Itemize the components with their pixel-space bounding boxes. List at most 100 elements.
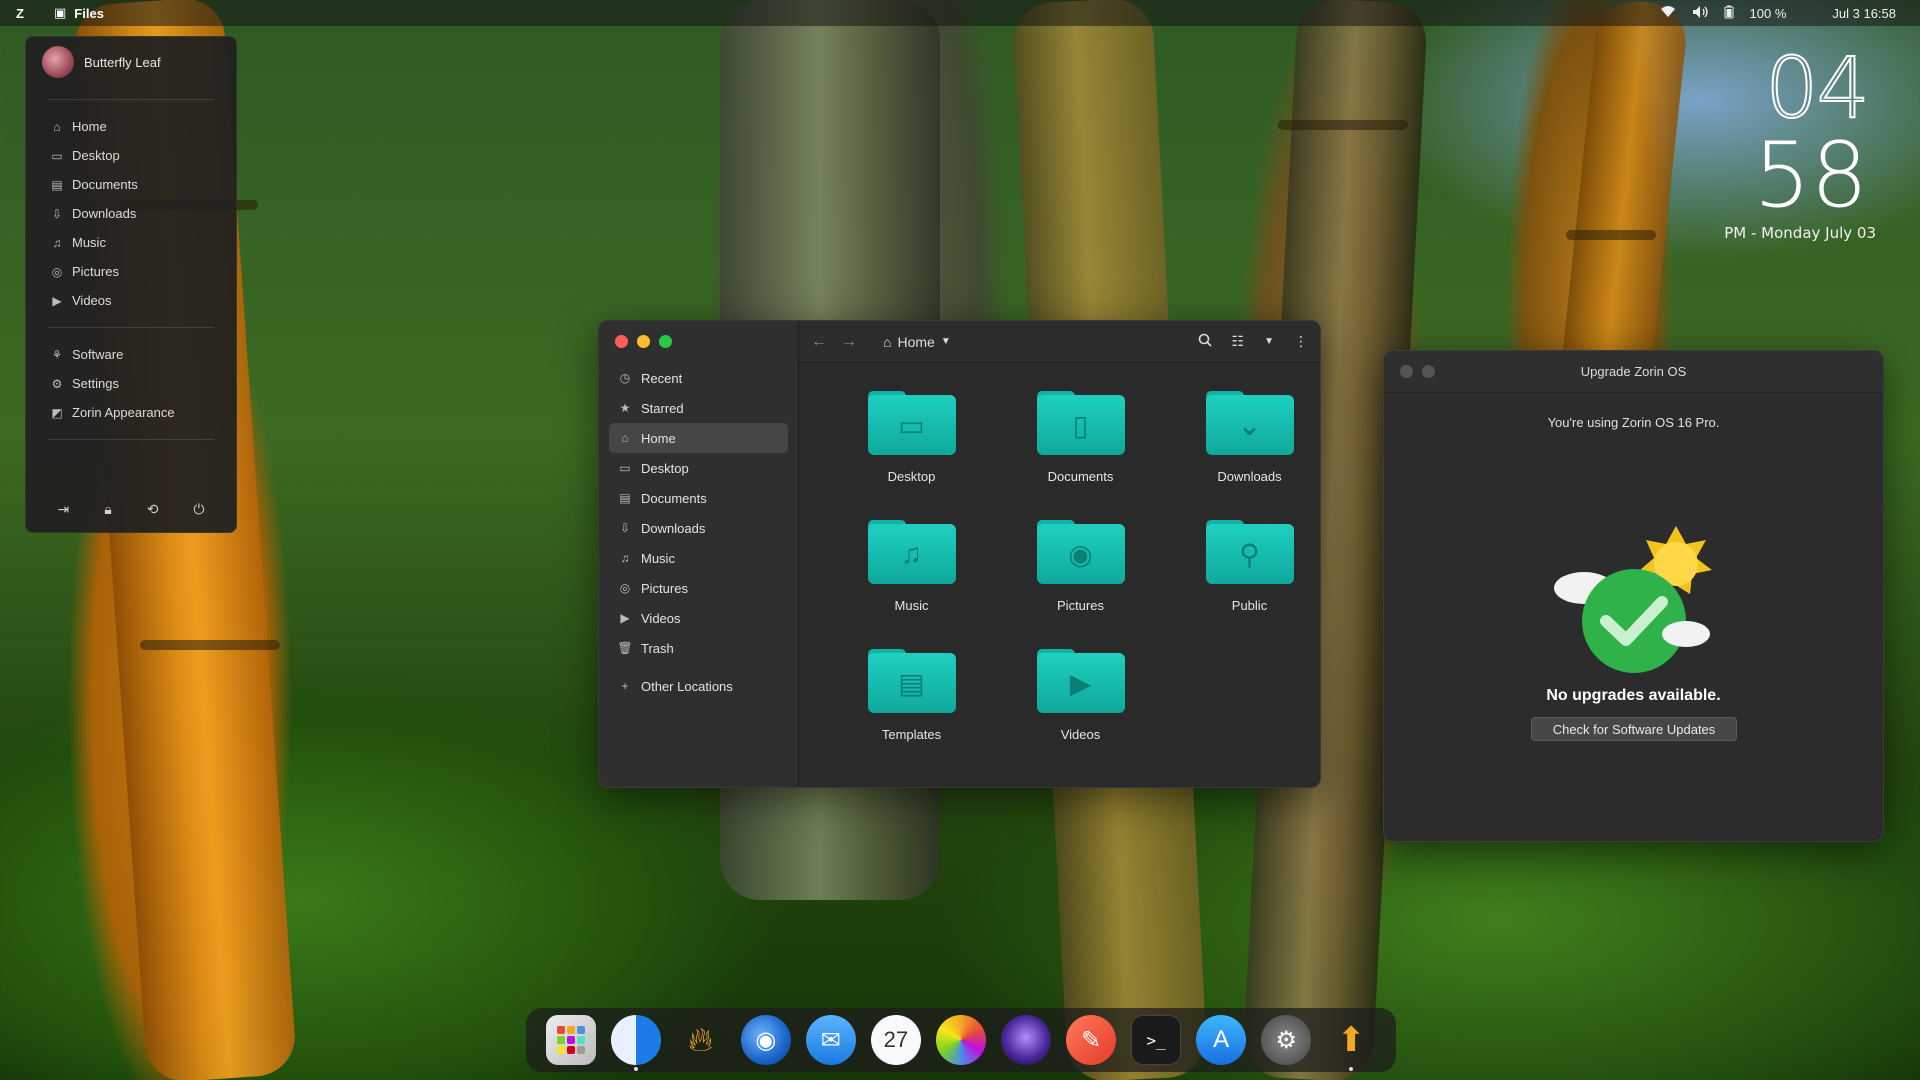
mail-icon[interactable]: ✉ xyxy=(805,1015,856,1065)
folder-templates[interactable]: ▤ Templates xyxy=(827,649,996,778)
top-panel: Z ▣ Files 100 % Jul 3 16:58 xyxy=(0,0,1920,26)
menu-kebab-icon[interactable]: ⋮ xyxy=(1294,333,1308,350)
menu-item-software[interactable]: ⚘ Software xyxy=(26,340,236,369)
minimize-button[interactable] xyxy=(1422,365,1435,378)
folder-label: Pictures xyxy=(1057,598,1104,613)
folder-pictures[interactable]: ◉ Pictures xyxy=(996,520,1165,649)
app-store-icon[interactable]: A xyxy=(1196,1015,1247,1065)
divider xyxy=(48,439,214,440)
no-upgrades-status: No upgrades available. xyxy=(1546,687,1721,704)
sidebar-item-label: Downloads xyxy=(641,520,706,536)
sidebar-item-other-locations[interactable]: + Other Locations xyxy=(609,671,788,701)
sidebar-item-downloads[interactable]: ⇩ Downloads xyxy=(609,513,788,543)
sidebar-item-label: Recent xyxy=(641,370,683,386)
sidebar-item-documents[interactable]: ▤ Documents xyxy=(609,483,788,513)
search-icon[interactable] xyxy=(1198,333,1212,350)
appearance-icon: ◩ xyxy=(51,405,63,420)
volume-icon[interactable] xyxy=(1692,5,1708,22)
menu-item-settings[interactable]: ⚙ Settings xyxy=(26,369,236,398)
calendar-icon[interactable]: 27 xyxy=(870,1015,921,1065)
folder-label: Documents xyxy=(1047,469,1114,484)
firefox-icon[interactable]: ◉ xyxy=(740,1015,791,1065)
folder-label: Templates xyxy=(881,727,942,742)
folder-videos[interactable]: ▶ Videos xyxy=(996,649,1165,778)
power-icon[interactable]: ⏻ xyxy=(193,501,204,518)
folder-public[interactable]: ⚲ Public xyxy=(1165,520,1320,649)
wifi-icon[interactable] xyxy=(1660,5,1676,21)
system-preferences-icon[interactable]: ⚙ xyxy=(1261,1015,1312,1065)
back-icon[interactable]: ← xyxy=(811,333,827,351)
music-icon: ♫ xyxy=(52,235,62,250)
sidebar-item-videos[interactable]: ▶ Videos xyxy=(609,603,788,633)
launcher-icon[interactable] xyxy=(545,1015,596,1065)
sidebar-item-label: Desktop xyxy=(641,460,689,476)
zorin-menu-icon[interactable]: Z xyxy=(0,6,40,21)
siri-icon[interactable] xyxy=(1000,1015,1051,1065)
sidebar-item-starred[interactable]: ★ Starred xyxy=(609,393,788,423)
restart-icon[interactable]: ⟲ xyxy=(147,501,159,518)
active-app[interactable]: ▣ Files xyxy=(54,5,104,21)
wallpaper-ring xyxy=(140,640,280,650)
menu-item-pictures[interactable]: ◎ Pictures xyxy=(26,257,236,286)
music-icon: ♫ xyxy=(620,551,630,565)
camera-icon: ◎ xyxy=(619,581,631,595)
folder-icon: ◉ xyxy=(1036,520,1125,584)
menu-item-documents[interactable]: ▤ Documents xyxy=(26,170,236,199)
video-icon: ▶ xyxy=(620,611,630,625)
sidebar-item-desktop[interactable]: ▭ Desktop xyxy=(609,453,788,483)
files-grid: ▭ Desktop ▯ Documents ⌄ Downloads ♫ Music ◉ Pictu… xyxy=(799,363,1320,787)
files-window: ◷ Recent ★ Starred ⌂ Home ▭ Desktop ▤ Documents ⇩ D… xyxy=(598,320,1321,788)
photos-icon[interactable] xyxy=(935,1015,986,1065)
finder-icon[interactable] xyxy=(610,1015,661,1071)
menu-item-zorin-appearance[interactable]: ◩ Zorin Appearance xyxy=(26,398,236,427)
folder-icon: ▯ xyxy=(1036,391,1125,455)
terminal-icon[interactable]: >_ xyxy=(1131,1015,1182,1065)
menu-item-home[interactable]: ⌂ Home xyxy=(26,112,236,141)
path-bar[interactable]: ⌂ Home ▼ xyxy=(883,334,951,350)
menu-item-videos[interactable]: ▶ Videos xyxy=(26,286,236,315)
menu-item-music[interactable]: ♫ Music xyxy=(26,228,236,257)
home-icon: ⌂ xyxy=(53,119,61,134)
files-icon: ▣ xyxy=(54,5,67,20)
files-headerbar: ← → ⌂ Home ▼ ☷ ▼ ⋮ xyxy=(799,321,1320,363)
minimize-button[interactable] xyxy=(637,335,650,348)
sidebar-item-home[interactable]: ⌂ Home xyxy=(609,423,788,453)
user-row[interactable]: Butterfly Leaf xyxy=(26,37,236,87)
menu-item-label: Pictures xyxy=(72,264,119,279)
desktop-icon: ▭ xyxy=(619,461,631,475)
dock: 🔥︎ ◉ ✉ 27 ✎ >_ A ⚙ ⬆ xyxy=(526,1008,1396,1072)
battery-level: 100 % xyxy=(1749,5,1787,21)
maximize-button[interactable] xyxy=(659,335,672,348)
pencil-icon[interactable]: ✎ xyxy=(1066,1015,1117,1065)
forward-icon[interactable]: → xyxy=(841,333,857,351)
battery-icon[interactable] xyxy=(1724,5,1734,22)
folder-icon: ⚲ xyxy=(1205,520,1294,584)
view-options-icon[interactable]: ▼ xyxy=(1264,336,1274,347)
check-updates-button[interactable]: Check for Software Updates xyxy=(1531,717,1737,741)
upgrade-titlebar: Upgrade Zorin OS xyxy=(1384,351,1883,393)
folder-desktop[interactable]: ▭ Desktop xyxy=(827,391,996,520)
datetime[interactable]: Jul 3 16:58 xyxy=(1832,6,1896,21)
sidebar-item-label: Trash xyxy=(641,640,674,656)
folder-downloads[interactable]: ⌄ Downloads xyxy=(1165,391,1320,520)
desktop-icon: ▭ xyxy=(51,148,63,163)
lock-icon[interactable]: 🔒︎ xyxy=(104,501,111,518)
sidebar-item-pictures[interactable]: ◎ Pictures xyxy=(609,573,788,603)
menu-item-desktop[interactable]: ▭ Desktop xyxy=(26,141,236,170)
logout-icon[interactable]: ⇥ xyxy=(58,501,70,518)
folder-documents[interactable]: ▯ Documents xyxy=(996,391,1165,520)
software-updater-icon[interactable]: ⬆ xyxy=(1326,1015,1376,1071)
sidebar-item-label: Starred xyxy=(641,400,684,416)
menu-item-downloads[interactable]: ⇩ Downloads xyxy=(26,199,236,228)
folder-music[interactable]: ♫ Music xyxy=(827,520,996,649)
download-icon: ⇩ xyxy=(51,206,63,221)
sidebar-item-trash[interactable]: 🗑︎ Trash xyxy=(609,633,788,663)
close-button[interactable] xyxy=(615,335,628,348)
sidebar-item-recent[interactable]: ◷ Recent xyxy=(609,363,788,393)
sidebar-item-music[interactable]: ♫ Music xyxy=(609,543,788,573)
close-button[interactable] xyxy=(1400,365,1413,378)
star-icon: ★ xyxy=(619,401,631,415)
view-list-icon[interactable]: ☷ xyxy=(1232,333,1245,350)
folder-label: Downloads xyxy=(1217,469,1282,484)
flame-icon[interactable]: 🔥︎ xyxy=(676,1015,726,1065)
